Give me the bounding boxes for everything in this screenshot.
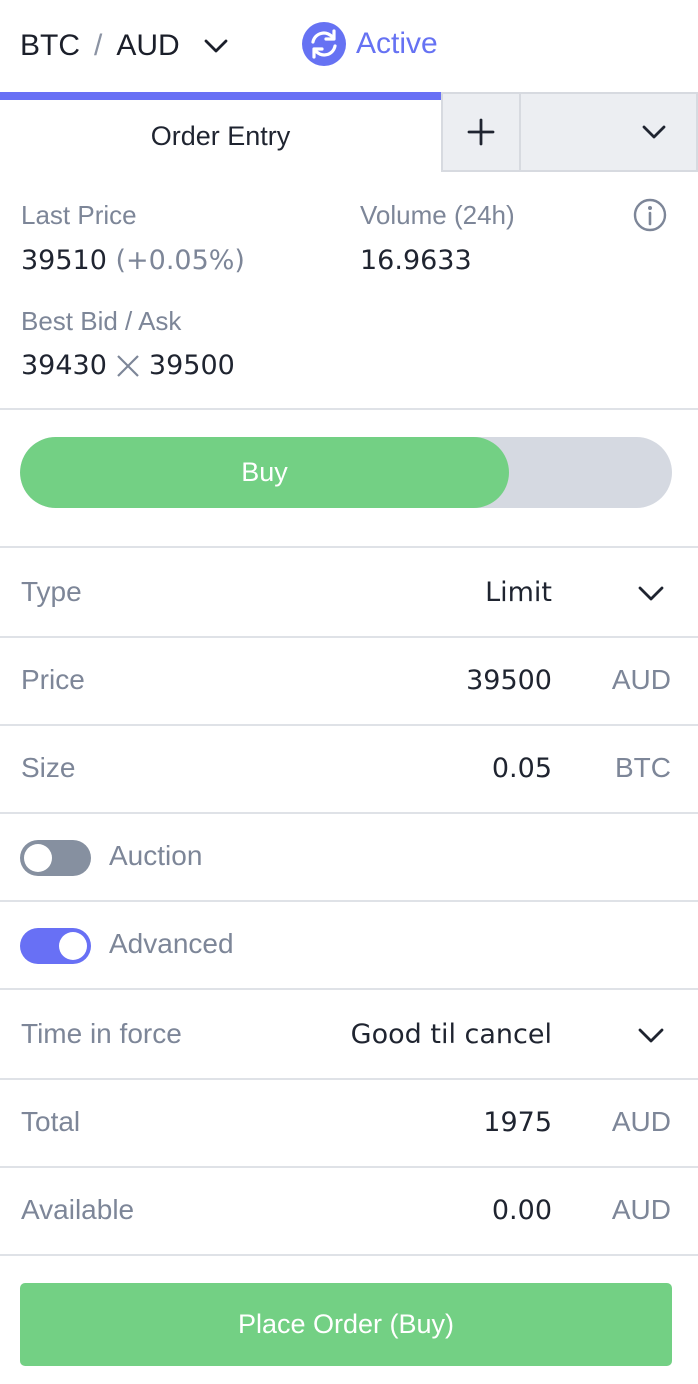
volume-value: 16.9633 — [360, 245, 472, 276]
price-unit: AUD — [611, 664, 671, 695]
best-bid-ask-label: Best Bid / Ask — [21, 306, 182, 336]
add-tab-button[interactable] — [441, 92, 521, 172]
order-type-row[interactable]: Type Limit — [0, 548, 698, 638]
time-in-force-value: Good til cancel — [350, 1019, 552, 1050]
quote-currency: AUD — [116, 29, 180, 62]
place-order-label: Place Order (Buy) — [237, 1309, 455, 1339]
time-in-force-row[interactable]: Time in force Good til cancel — [0, 990, 698, 1080]
advanced-label: Advanced — [109, 928, 234, 959]
tab-order-entry[interactable]: Order Entry — [0, 92, 441, 172]
side-switch[interactable]: Buy — [20, 437, 672, 508]
available-row: Available 0.00 AUD — [0, 1168, 698, 1256]
panel-tabs: Order Entry — [0, 92, 698, 172]
tab-menu-button[interactable] — [521, 92, 698, 172]
available-value: 0.00 — [491, 1195, 552, 1226]
header: BTC / AUD Active — [0, 0, 698, 92]
best-bid: 39430 — [21, 350, 107, 381]
total-value: 1975 — [483, 1107, 552, 1138]
size-row[interactable]: Size 0.05 BTC — [0, 726, 698, 814]
pair-separator: / — [94, 29, 103, 62]
plus-icon — [467, 118, 495, 146]
chevron-down-icon — [204, 39, 228, 53]
last-price-value: 39510 (+0.05%) — [21, 245, 245, 276]
status-indicator: Active — [302, 21, 438, 67]
buy-side-option[interactable]: Buy — [20, 437, 509, 508]
chevron-down-icon — [638, 586, 664, 601]
total-label: Total — [21, 1106, 81, 1137]
price-input[interactable]: 39500 — [466, 665, 552, 696]
volume-label: Volume (24h) — [360, 200, 515, 230]
price-label: Price — [21, 664, 85, 695]
last-price-change: (+0.05%) — [115, 245, 245, 276]
toggle-knob — [24, 844, 52, 872]
auction-label: Auction — [109, 840, 203, 871]
auction-toggle[interactable] — [20, 840, 91, 876]
sync-icon — [302, 22, 346, 66]
advanced-row: Advanced — [0, 902, 698, 990]
place-order-button[interactable]: Place Order (Buy) — [20, 1283, 672, 1366]
auction-row: Auction — [0, 814, 698, 902]
total-unit: AUD — [611, 1106, 671, 1137]
chevron-down-icon — [642, 125, 666, 139]
total-row: Total 1975 AUD — [0, 1080, 698, 1168]
status-label: Active — [356, 27, 438, 60]
best-bid-ask-value: 39430 39500 — [21, 350, 235, 381]
price-row[interactable]: Price 39500 AUD — [0, 638, 698, 726]
order-type-label: Type — [21, 576, 82, 607]
best-ask: 39500 — [148, 350, 235, 381]
available-unit: AUD — [611, 1194, 671, 1225]
buy-side-label: Buy — [241, 457, 288, 487]
order-type-value: Limit — [485, 577, 552, 608]
advanced-toggle[interactable] — [20, 928, 91, 964]
tab-order-entry-label: Order Entry — [150, 120, 291, 151]
size-input[interactable]: 0.05 — [492, 753, 552, 784]
time-in-force-label: Time in force — [21, 1018, 182, 1049]
pair-selector[interactable]: BTC / AUD — [20, 24, 230, 68]
chevron-down-icon — [638, 1028, 664, 1043]
last-price-label: Last Price — [21, 200, 137, 230]
info-icon[interactable] — [633, 198, 667, 232]
base-currency: BTC — [20, 29, 80, 62]
size-label: Size — [21, 752, 76, 783]
last-price: 39510 — [21, 245, 107, 276]
available-label: Available — [21, 1194, 135, 1225]
cross-icon — [117, 354, 139, 377]
side-switch-section: Buy — [0, 410, 698, 548]
size-unit: BTC — [615, 752, 671, 783]
toggle-knob — [59, 932, 87, 960]
